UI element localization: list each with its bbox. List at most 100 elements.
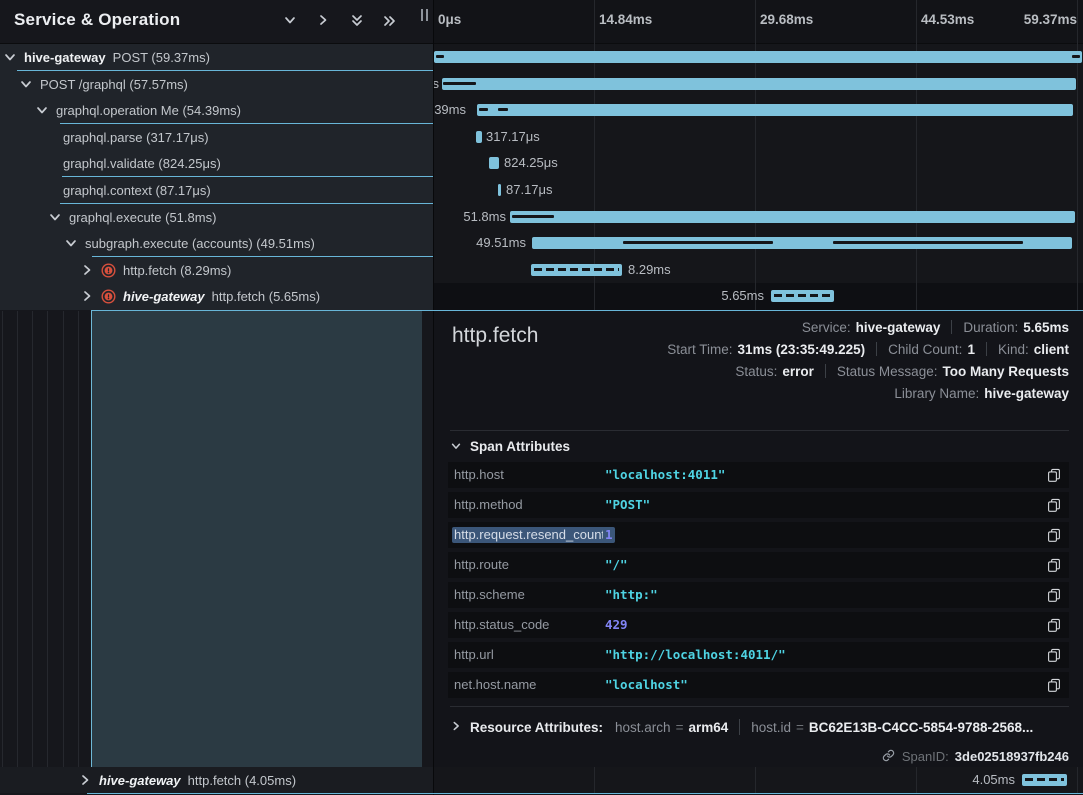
meta-separator xyxy=(951,320,952,334)
tree-row[interactable]: hive-gatewayhttp.fetch (5.65ms) xyxy=(0,283,433,310)
duration-label: 57.57ms xyxy=(434,71,439,97)
bar-mark xyxy=(479,108,488,111)
copy-icon[interactable] xyxy=(1047,498,1061,512)
meta-line: Start Time:31ms (23:35:49.225)Child Coun… xyxy=(667,338,1069,360)
tree-row[interactable]: graphql.context (87.17μs) xyxy=(0,177,433,204)
span-label: POST (59.37ms) xyxy=(113,50,210,65)
bar-mark xyxy=(833,241,1023,244)
indent-guide xyxy=(78,311,79,793)
indent-guide xyxy=(47,311,48,793)
duration-label: 51.8ms xyxy=(434,204,506,230)
service-name: hive-gateway xyxy=(99,773,181,788)
timeline-panel: 0μs14.84ms29.68ms44.53ms59.37ms 57.57ms5… xyxy=(434,0,1083,795)
time-tick: 59.37ms xyxy=(1024,12,1077,27)
attribute-row[interactable]: http.status_code429 xyxy=(448,612,1069,638)
span-bar[interactable] xyxy=(532,237,1072,249)
chevron-down-icon xyxy=(48,210,62,224)
timeline-row[interactable]: 317.17μs xyxy=(434,124,1083,150)
meta-label: Duration: xyxy=(963,320,1018,335)
timeline-bottom-row: 4.05ms xyxy=(434,767,1083,793)
timeline-row[interactable]: 4.05ms xyxy=(434,767,1083,793)
span-bar[interactable] xyxy=(771,290,834,302)
attribute-row[interactable]: http.url"http://localhost:4011/" xyxy=(448,642,1069,668)
tree-row[interactable]: graphql.operation Me (54.39ms) xyxy=(0,97,433,124)
attribute-key: http.host xyxy=(454,467,504,483)
span-label: http.fetch (8.29ms) xyxy=(123,263,231,278)
resource-value: arm64 xyxy=(688,720,728,735)
attribute-value: 1 xyxy=(603,527,615,543)
chevron-right-icon[interactable] xyxy=(316,13,332,29)
tree-row[interactable]: hive-gatewayPOST (59.37ms) xyxy=(0,44,433,71)
copy-icon[interactable] xyxy=(1047,618,1061,632)
chevron-down-icon xyxy=(35,103,49,117)
attribute-value: "/" xyxy=(605,557,628,573)
span-bar[interactable] xyxy=(531,264,622,276)
span-bar[interactable] xyxy=(476,131,482,143)
span-attributes-toggle[interactable]: Span Attributes xyxy=(450,439,570,454)
timeline-row[interactable]: 8.29ms xyxy=(434,257,1083,283)
resource-key: host.id xyxy=(751,720,791,735)
chevrons-down-icon[interactable] xyxy=(349,13,365,29)
indent-guide xyxy=(2,311,3,793)
resource-attributes-row[interactable]: Resource Attributes: host.arch=arm64host… xyxy=(450,715,1033,739)
timeline-row[interactable] xyxy=(434,44,1083,70)
span-id-label: SpanID: xyxy=(902,749,949,764)
span-bar[interactable] xyxy=(510,211,1075,223)
timeline-header: 0μs14.84ms29.68ms44.53ms59.37ms xyxy=(434,0,1083,44)
copy-icon[interactable] xyxy=(1047,558,1061,572)
attribute-row[interactable]: http.host"localhost:4011" xyxy=(448,462,1069,488)
error-icon xyxy=(101,263,116,278)
span-detail-panel: http.fetch Service:hive-gatewayDuration:… xyxy=(434,311,1083,767)
span-bar[interactable] xyxy=(1022,774,1067,786)
span-bar[interactable] xyxy=(442,78,1076,90)
tree-row[interactable]: subgraph.execute (accounts) (49.51ms) xyxy=(0,230,433,257)
timeline-row[interactable]: 51.8ms xyxy=(434,204,1083,230)
chevrons-right-icon[interactable] xyxy=(382,13,398,29)
tree-row-content: http.fetch (8.29ms) xyxy=(80,257,231,283)
timeline-row[interactable]: 824.25μs xyxy=(434,150,1083,176)
span-bar[interactable] xyxy=(434,51,1082,63)
chevron-down-icon[interactable] xyxy=(283,13,299,29)
tree-row-content: graphql.validate (824.25μs) xyxy=(63,150,221,176)
meta-value: hive-gateway xyxy=(984,386,1069,401)
copy-icon[interactable] xyxy=(1047,678,1061,692)
chevron-down-icon xyxy=(450,440,464,454)
timeline-row[interactable]: 57.57ms xyxy=(434,71,1083,97)
link-icon[interactable] xyxy=(882,749,896,763)
resource-separator xyxy=(739,719,740,735)
tree-row[interactable]: http.fetch (8.29ms) xyxy=(0,257,433,284)
attribute-row[interactable]: http.route "/" xyxy=(448,552,1069,578)
tree-row-content: subgraph.execute (accounts) (49.51ms) xyxy=(64,230,315,256)
bar-mark xyxy=(443,82,476,85)
timeline-row[interactable]: 87.17μs xyxy=(434,177,1083,203)
timeline-row[interactable]: 54.39ms xyxy=(434,97,1083,123)
bar-mark xyxy=(1072,55,1080,58)
span-bar[interactable] xyxy=(489,157,499,169)
span-bar[interactable] xyxy=(477,104,1073,116)
copy-icon[interactable] xyxy=(1047,588,1061,602)
attribute-key: http.route xyxy=(454,557,509,573)
attribute-row[interactable]: http.scheme"http:" xyxy=(448,582,1069,608)
timeline-row[interactable]: 5.65ms xyxy=(434,283,1083,309)
panel-resize-handle[interactable] xyxy=(421,9,429,23)
span-title: http.fetch xyxy=(452,324,538,348)
resource-key: host.arch xyxy=(615,720,671,735)
meta-label: Status: xyxy=(735,364,777,379)
span-bar[interactable] xyxy=(498,184,501,196)
span-label: POST /graphql (57.57ms) xyxy=(40,77,188,92)
tree-header-controls xyxy=(283,13,398,29)
copy-icon[interactable] xyxy=(1047,648,1061,662)
tree-row[interactable]: graphql.validate (824.25μs) xyxy=(0,150,433,177)
attribute-row[interactable]: http.method"POST" xyxy=(448,492,1069,518)
attribute-row[interactable]: http.request.resend_count1 xyxy=(448,522,1069,548)
tree-row[interactable]: graphql.execute (51.8ms) xyxy=(0,204,433,231)
tree-row[interactable]: graphql.parse (317.17μs) xyxy=(0,124,433,151)
attribute-row[interactable]: net.host.name"localhost" xyxy=(448,672,1069,698)
copy-icon[interactable] xyxy=(1047,468,1061,482)
tree-row[interactable]: POST /graphql (57.57ms) xyxy=(0,71,433,98)
copy-icon[interactable] xyxy=(1047,528,1061,542)
meta-line: Status:errorStatus Message:Too Many Requ… xyxy=(735,360,1069,382)
meta-value: hive-gateway xyxy=(856,320,941,335)
timeline-row[interactable]: 49.51ms xyxy=(434,230,1083,256)
indent-guide xyxy=(63,311,64,793)
